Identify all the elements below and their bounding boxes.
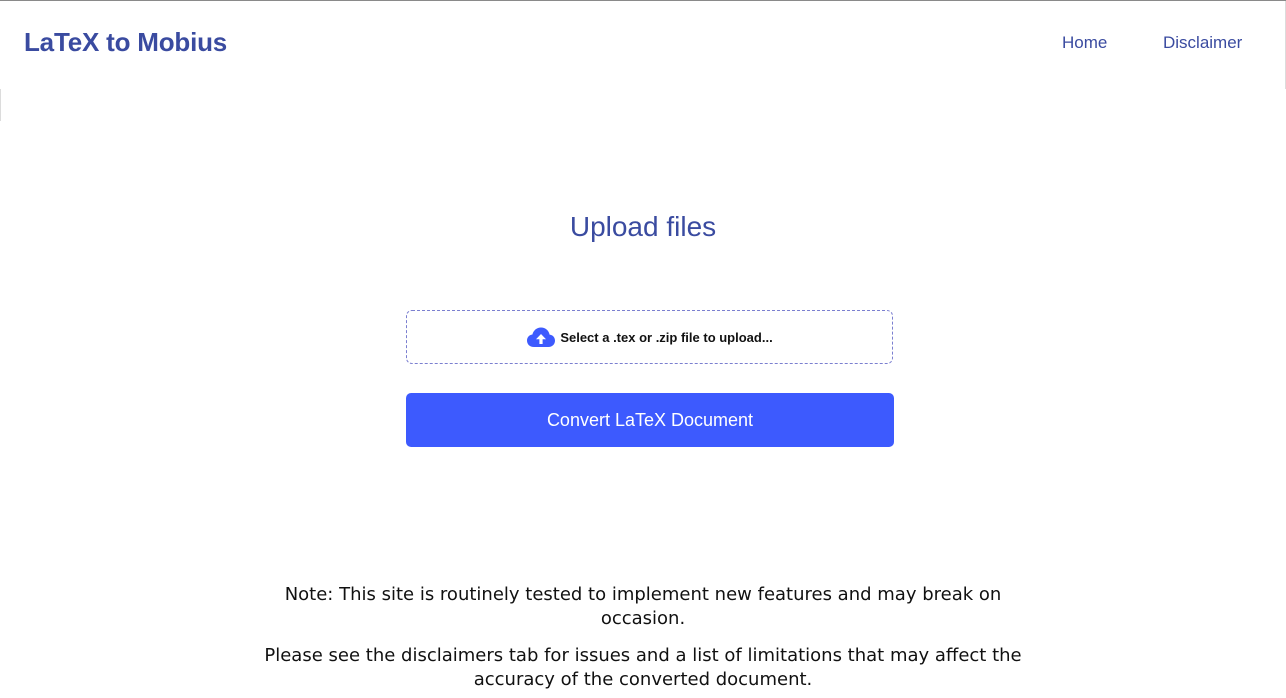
divider [0,89,1,121]
cloud-upload-icon [526,326,556,348]
dropzone-label: Select a .tex or .zip file to upload... [560,329,773,345]
note-line: Note: This site is routinely tested to i… [284,584,1002,605]
navbar: LaTeX to Mobius Home Disclaimer [0,1,1286,89]
file-upload-dropzone[interactable]: Select a .tex or .zip file to upload... [406,310,893,364]
disclaimer-note-text: Please see the disclaimers tab for issue… [0,644,1286,692]
brand-logo-text[interactable]: LaTeX to Mobius [24,27,227,58]
note-line: Please see the disclaimers tab for issue… [264,645,1022,666]
note-line: occasion. [600,608,686,629]
note-line: accuracy of the converted document. [473,669,813,690]
nav-link-disclaimer[interactable]: Disclaimer [1163,33,1242,53]
nav-link-home[interactable]: Home [1062,33,1107,53]
page: LaTeX to Mobius Home Disclaimer Upload f… [0,0,1286,698]
page-title: Upload files [569,211,717,242]
convert-button[interactable]: Convert LaTeX Document [406,393,894,447]
note-text: Note: This site is routinely tested to i… [0,583,1286,631]
